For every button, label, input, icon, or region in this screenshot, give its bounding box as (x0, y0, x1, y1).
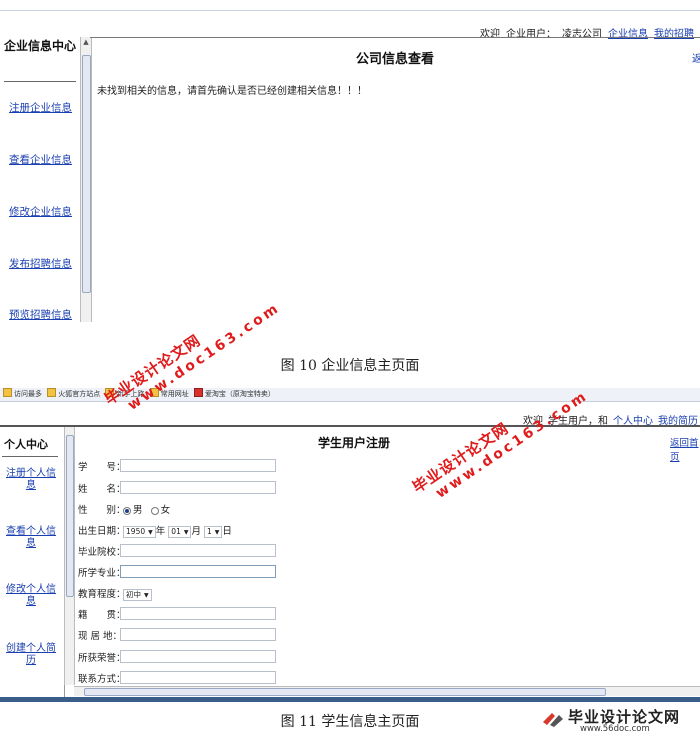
form-row-student-no: 学 号： (78, 459, 276, 473)
my-jobs-link[interactable]: 我的招聘 (654, 29, 694, 40)
page-title: 学生用户注册 (317, 436, 390, 450)
chevron-down-icon: ▼ (214, 528, 220, 536)
school-input[interactable] (120, 544, 276, 557)
scrollbar-thumb[interactable] (82, 55, 91, 293)
birth-year-select[interactable]: 1950 ▼ (123, 525, 156, 538)
label-gender: 性 别： (78, 505, 126, 516)
form-row-address: 现 居 地： (78, 628, 276, 642)
form-row-contact: 联系方式： (78, 671, 276, 685)
education-value: 初中 (126, 589, 142, 599)
logo-mark-icon (543, 713, 563, 727)
honors-input[interactable] (120, 650, 276, 663)
birth-year-value: 1950 (126, 526, 146, 536)
label-contact: 联系方式： (78, 674, 126, 685)
gender-male-radio[interactable] (123, 506, 132, 515)
user-type: 企业用户： (506, 29, 556, 40)
label-birth: 出生日期： (78, 526, 126, 537)
bookmark-icon (47, 388, 57, 397)
label-major: 所学专业： (78, 568, 126, 579)
gender-female-label: 女 (160, 505, 171, 516)
form-row-honors: 所获荣誉： (78, 650, 276, 664)
month-unit: 月 (191, 526, 201, 537)
welcome-text: 欢迎 (480, 29, 500, 40)
gender-male-label: 男 (133, 505, 143, 516)
sidebar-item-post-job[interactable]: 发布招聘信息 (9, 256, 72, 271)
sidebar-item-view-company[interactable]: 查看企业信息 (9, 152, 72, 167)
sidebar-divider (2, 456, 58, 457)
bookmark-taobao[interactable]: 爱淘宝（原淘宝特卖） (193, 388, 275, 401)
sidebar-item-create-resume[interactable]: 创建个人简历 (4, 643, 58, 667)
status-bar (0, 697, 700, 702)
label-school: 毕业院校： (78, 547, 126, 558)
birth-day-select[interactable]: 1 ▼ (204, 525, 223, 538)
company-name: 凌志公司 (562, 29, 602, 40)
figure-caption-10: 图 10 企业信息主页面 (280, 358, 420, 374)
sidebar-item-edit-personal[interactable]: 修改个人信息 (4, 584, 58, 608)
sidebar-item-register-company[interactable]: 注册企业信息 (9, 100, 72, 115)
form-row-school: 毕业院校： (78, 544, 276, 558)
sidebar-title: 个人中心 (4, 438, 48, 451)
form-row-gender: 性 别： 男 女 (78, 502, 170, 516)
label-honors: 所获荣誉： (78, 653, 126, 664)
contact-input[interactable] (120, 671, 276, 684)
education-select[interactable]: 初中 ▼ (123, 588, 152, 601)
birth-day-value: 1 (207, 526, 212, 536)
sidebar-item-view-personal[interactable]: 查看个人信息 (4, 526, 58, 550)
student-no-input[interactable] (120, 459, 276, 472)
scroll-up-arrow-icon[interactable]: ▲ (81, 38, 91, 48)
main-top-border (90, 37, 700, 38)
chevron-down-icon: ▼ (183, 528, 189, 536)
back-home-link[interactable]: 返回首页 (670, 435, 700, 463)
sidebar-item-register-personal[interactable]: 注册个人信息 (4, 468, 58, 492)
not-found-message: 未找到相关的信息，请首先确认是否已经创建相关信息！！！ (97, 86, 367, 97)
site-logo: 毕业设计论文网 www.56doc.com (540, 704, 700, 736)
label-education: 教育程度： (78, 589, 126, 600)
bookmark-icon (3, 388, 12, 397)
bookmark-label: 火狐官方站点 (58, 390, 101, 398)
bookmark-firefox[interactable]: 火狐官方站点 (47, 388, 100, 401)
chevron-down-icon: ▼ (148, 528, 153, 536)
label-student-no: 学 号： (78, 462, 126, 473)
sidebar-divider (4, 81, 76, 82)
sidebar-title: 企业信息中心 (4, 39, 77, 53)
bookmark-label: 爱淘宝（原淘宝特卖） (204, 390, 275, 398)
day-unit: 日 (222, 526, 232, 537)
form-row-name: 姓 名： (78, 481, 276, 495)
form-row-birth: 出生日期： 1950 ▼ 年 01 ▼ 月 1 ▼ 日 (78, 523, 232, 538)
year-unit: 年 (155, 526, 166, 537)
company-sidebar: 企业信息中心 注册企业信息 查看企业信息 修改企业信息 发布招聘信息 预览招聘信… (0, 37, 81, 322)
logo-url: www.56doc.com (580, 724, 650, 734)
back-link[interactable]: 返 (692, 50, 700, 65)
birth-month-select[interactable]: 01 ▼ (168, 525, 192, 538)
personal-sidebar: 个人中心 注册个人信息 查看个人信息 修改个人信息 创建个人简历 (0, 427, 65, 697)
sidebar-scrollbar[interactable]: ▲ (80, 37, 92, 322)
label-native: 籍 贯： (78, 610, 126, 621)
top-border (0, 10, 700, 11)
birth-month-value: 01 (171, 526, 181, 536)
horizontal-scrollbar[interactable] (74, 686, 700, 696)
major-input[interactable] (120, 565, 276, 578)
company-info-link[interactable]: 企业信息 (608, 29, 648, 40)
bookmark-most-visited[interactable]: 访问最多 (3, 388, 42, 401)
sidebar-item-edit-company[interactable]: 修改企业信息 (9, 204, 72, 219)
sidebar-scrollbar[interactable] (64, 427, 75, 685)
form-row-education: 教育程度： 初中 ▼ (78, 586, 152, 601)
native-input[interactable] (120, 607, 276, 620)
scrollbar-thumb[interactable] (66, 435, 74, 597)
form-row-native: 籍 贯： (78, 607, 276, 621)
taobao-icon (193, 388, 203, 397)
chevron-down-icon: ▼ (144, 591, 149, 599)
form-row-major: 所学专业： (78, 565, 276, 579)
address-input[interactable] (120, 628, 276, 641)
page-title: 公司信息查看 (355, 52, 434, 67)
sidebar-item-preview-job[interactable]: 预览招聘信息 (9, 307, 72, 322)
gender-female-radio[interactable] (150, 506, 159, 515)
label-address: 现 居 地： (78, 631, 123, 642)
bookmark-label: 访问最多 (14, 390, 42, 398)
label-name: 姓 名： (78, 484, 126, 495)
name-input[interactable] (120, 481, 276, 494)
scrollbar-thumb[interactable] (84, 688, 606, 696)
